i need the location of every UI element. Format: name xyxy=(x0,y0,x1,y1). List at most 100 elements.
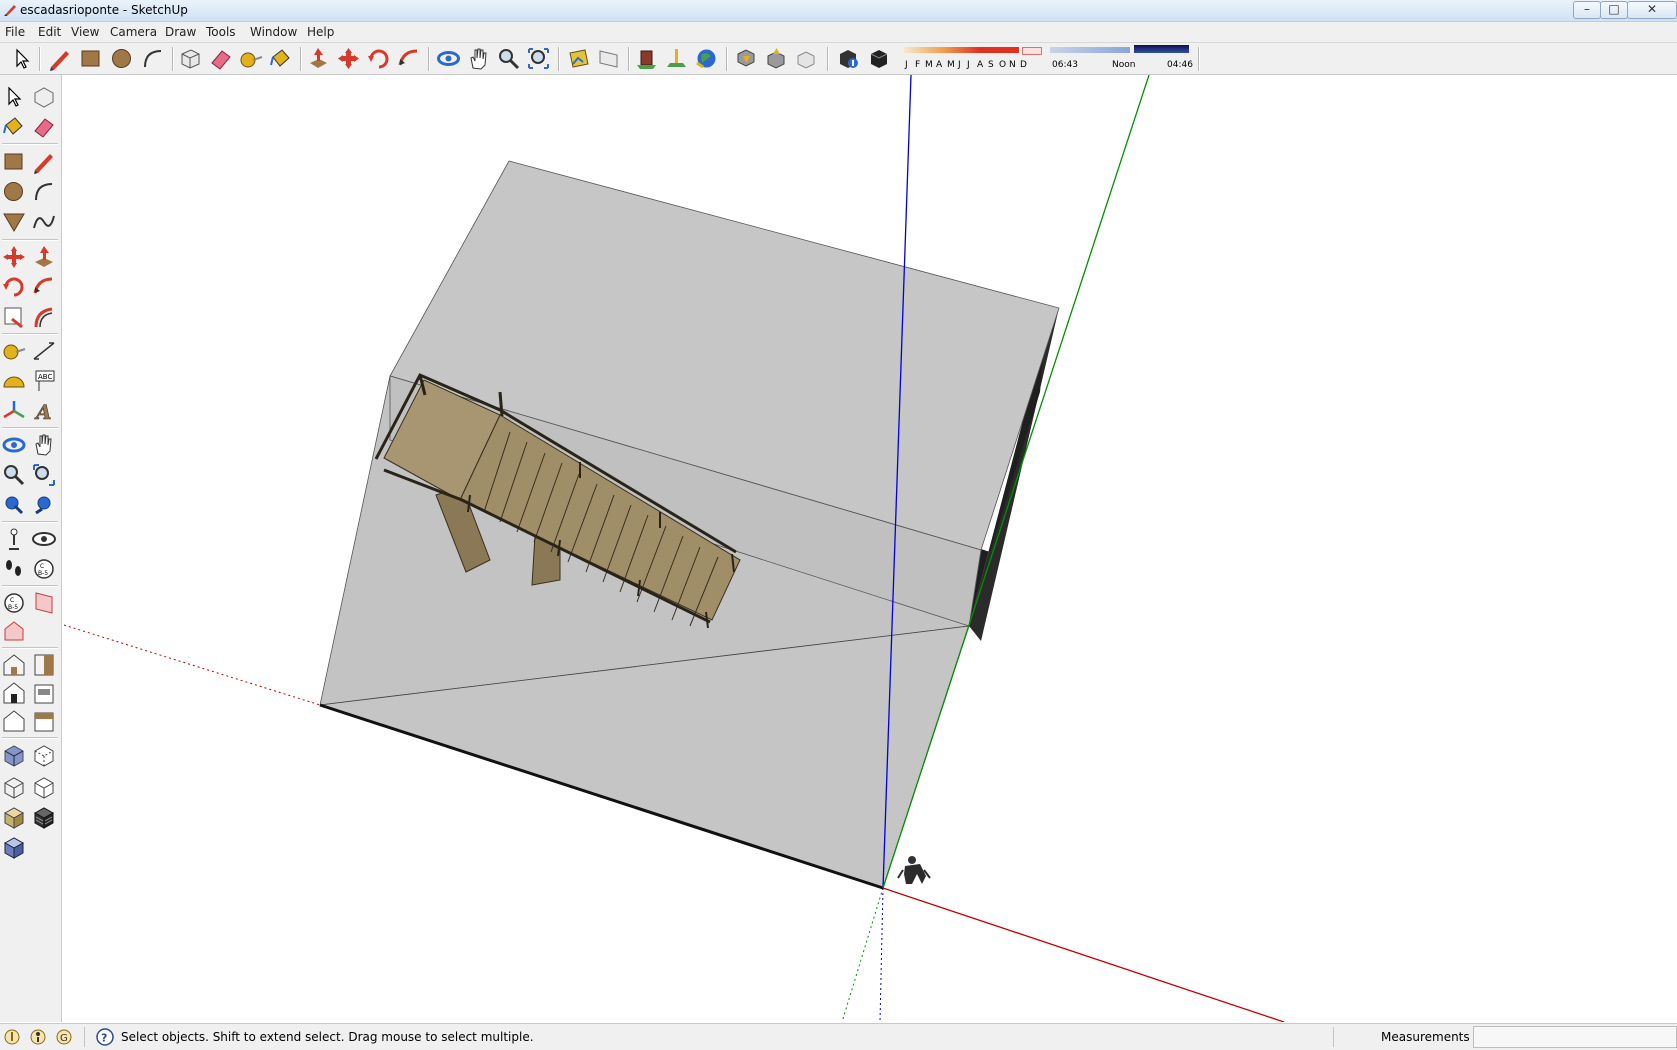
match-photo-icon[interactable] xyxy=(595,45,622,72)
look-around-icon[interactable] xyxy=(30,525,58,553)
scale-icon[interactable] xyxy=(0,303,28,331)
walk-icon[interactable] xyxy=(0,555,28,583)
position-camera-icon[interactable] xyxy=(0,525,28,553)
wireframe-icon[interactable] xyxy=(0,773,28,801)
circle-tool-icon[interactable] xyxy=(108,45,135,72)
make-component-icon[interactable] xyxy=(177,45,204,72)
date-slider-thumb[interactable] xyxy=(1022,47,1042,55)
get-models-icon[interactable] xyxy=(733,45,760,72)
tape-measure-icon[interactable] xyxy=(0,337,28,365)
sketchup-app-icon[interactable] xyxy=(3,3,17,17)
time-slider-track[interactable] xyxy=(1050,47,1130,53)
menu-edit[interactable]: Edit xyxy=(38,25,61,39)
zoom-extents-icon[interactable] xyxy=(525,45,552,72)
display-shadows-icon[interactable] xyxy=(866,45,893,72)
menu-file[interactable]: File xyxy=(5,25,25,39)
pencil-tool-icon[interactable] xyxy=(30,148,58,176)
scale-figure-icon[interactable] xyxy=(897,856,931,884)
pan-hand-icon[interactable] xyxy=(30,431,58,459)
paint-bucket-icon[interactable] xyxy=(267,45,294,72)
time-slider-thumb[interactable] xyxy=(1134,45,1189,53)
get-current-view-icon[interactable] xyxy=(633,45,660,72)
previous-view-icon[interactable] xyxy=(30,491,58,519)
make-component-icon[interactable] xyxy=(30,83,58,111)
rectangle-tool-icon[interactable] xyxy=(77,45,104,72)
3d-viewport[interactable] xyxy=(62,75,1677,1022)
zoom-icon[interactable] xyxy=(495,45,522,72)
right-view-icon[interactable] xyxy=(30,679,58,707)
move-icon[interactable] xyxy=(335,45,362,72)
select-tool-icon[interactable] xyxy=(0,83,28,111)
top-view-icon[interactable] xyxy=(30,651,58,679)
shadow-settings-icon[interactable] xyxy=(835,45,862,72)
maximize-button[interactable]: □ xyxy=(1600,1,1628,19)
menu-window[interactable]: Window xyxy=(250,25,297,39)
push-pull-icon[interactable] xyxy=(305,45,332,72)
left-view-icon[interactable] xyxy=(30,707,58,735)
get-photo-texture-icon[interactable] xyxy=(565,45,592,72)
zoom-extents-icon[interactable] xyxy=(0,491,28,519)
menu-view[interactable]: View xyxy=(71,25,99,39)
eraser-icon[interactable] xyxy=(207,45,234,72)
toggle-terrain-icon[interactable] xyxy=(663,45,690,72)
rotate-icon[interactable] xyxy=(365,45,392,72)
menu-bar: File Edit View Camera Draw Tools Window … xyxy=(0,22,1677,43)
axes-icon[interactable] xyxy=(0,397,28,425)
pan-hand-icon[interactable] xyxy=(465,45,492,72)
geo-location-icon[interactable] xyxy=(3,1028,21,1046)
follow-me-icon[interactable] xyxy=(30,273,58,301)
paint-bucket-icon[interactable] xyxy=(0,113,28,141)
menu-help[interactable]: Help xyxy=(307,25,334,39)
select-tool-icon[interactable] xyxy=(8,45,35,72)
share-component-icon[interactable] xyxy=(793,45,820,72)
3d-text-icon[interactable]: A xyxy=(30,397,58,425)
rectangle-tool-icon[interactable] xyxy=(0,148,28,176)
display-section-planes-icon[interactable]: C B-5 xyxy=(0,589,28,617)
push-pull-icon[interactable] xyxy=(30,243,58,271)
back-view-icon[interactable] xyxy=(0,707,28,735)
menu-draw[interactable]: Draw xyxy=(165,25,196,39)
monochrome-icon[interactable] xyxy=(0,833,28,861)
offset-icon[interactable] xyxy=(30,303,58,331)
arc-tool-icon[interactable] xyxy=(30,178,58,206)
close-button[interactable]: ✕ xyxy=(1627,1,1677,19)
freehand-tool-icon[interactable] xyxy=(30,208,58,236)
google-sign-in-icon[interactable]: G xyxy=(55,1028,73,1046)
xray-icon[interactable] xyxy=(0,741,28,769)
protractor-icon[interactable] xyxy=(0,367,28,395)
orbit-icon[interactable] xyxy=(435,45,462,72)
move-icon[interactable] xyxy=(0,243,28,271)
share-model-icon[interactable] xyxy=(763,45,790,72)
section-fill-icon[interactable] xyxy=(0,617,28,645)
help-instructor-icon[interactable]: ? xyxy=(96,1028,114,1046)
arc-tool-icon[interactable] xyxy=(139,45,166,72)
shaded-textures-icon[interactable] xyxy=(30,803,58,831)
date-slider-track[interactable] xyxy=(904,47,1019,53)
measurements-input[interactable] xyxy=(1473,1026,1677,1048)
orbit-icon[interactable] xyxy=(0,431,28,459)
front-view-icon[interactable] xyxy=(0,679,28,707)
rotate-icon[interactable] xyxy=(0,273,28,301)
minimize-button[interactable]: – xyxy=(1573,1,1601,19)
zoom-window-icon[interactable] xyxy=(30,461,58,489)
credits-icon[interactable] xyxy=(29,1028,47,1046)
text-tool-icon[interactable]: ABC xyxy=(30,367,58,395)
back-edges-icon[interactable] xyxy=(30,741,58,769)
menu-tools[interactable]: Tools xyxy=(206,25,236,39)
follow-me-icon[interactable] xyxy=(395,45,422,72)
google-earth-icon[interactable] xyxy=(693,45,720,72)
section-plane-icon[interactable]: C B-5 xyxy=(30,555,58,583)
tape-measure-icon[interactable] xyxy=(237,45,264,72)
menu-camera[interactable]: Camera xyxy=(110,25,157,39)
polygon-tool-icon[interactable] xyxy=(0,208,28,236)
display-section-cuts-icon[interactable] xyxy=(30,589,58,617)
circle-tool-icon[interactable] xyxy=(0,178,28,206)
iso-view-icon[interactable] xyxy=(0,651,28,679)
zoom-icon[interactable] xyxy=(0,461,28,489)
eraser-icon[interactable] xyxy=(30,113,58,141)
hidden-line-icon[interactable] xyxy=(30,773,58,801)
dimension-icon[interactable] xyxy=(30,337,58,365)
shaded-icon[interactable] xyxy=(0,803,28,831)
scene-canvas[interactable] xyxy=(62,75,1677,1022)
pencil-tool-icon[interactable] xyxy=(46,45,73,72)
